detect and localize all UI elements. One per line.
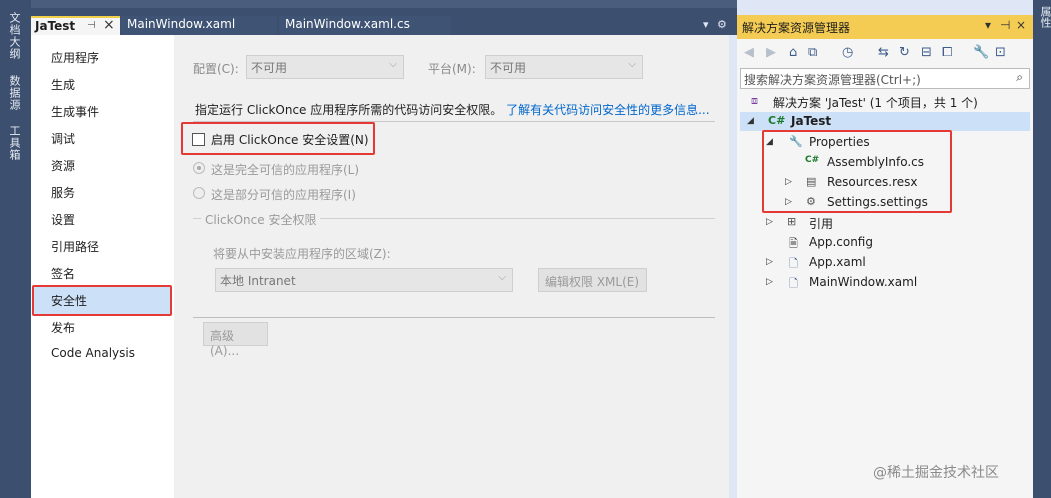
solution-explorer-title-bar: 解决方案资源管理器 ▾ ⊣ × [737, 15, 1033, 39]
nav-item-build-events[interactable]: 生成事件 [51, 103, 99, 120]
back-icon[interactable]: ◀ [744, 45, 754, 60]
tree-project[interactable]: JaTest [791, 114, 831, 128]
side-tab-toolbox[interactable]: 工具箱 [6, 125, 22, 161]
side-tab-outline[interactable]: 文档大纲 [6, 12, 22, 60]
tab-jatest[interactable]: JaTest ⊣ × [31, 16, 120, 35]
nav-item-application[interactable]: 应用程序 [51, 49, 99, 66]
tree-app-xaml[interactable]: App.xaml [809, 255, 866, 269]
platform-value: 不可用 [490, 61, 527, 75]
collapsed-triangle-icon[interactable]: ▷ [766, 257, 773, 267]
zone-value: 本地 Intranet [220, 274, 296, 288]
solution-icon: ⧈ [751, 94, 758, 107]
nav-item-debug[interactable]: 调试 [51, 130, 75, 147]
group-bottom-line [193, 317, 715, 318]
collapsed-triangle-icon[interactable]: ▷ [766, 277, 773, 287]
chevron-down-icon: ⌵ [628, 59, 636, 70]
full-trust-radio[interactable] [193, 162, 205, 174]
home-icon[interactable]: ⌂ [789, 45, 797, 60]
config-dropdown[interactable]: 不可用 ⌵ [246, 55, 404, 79]
preview-icon[interactable]: ⊡ [995, 45, 1006, 60]
sync-icon[interactable]: ⇆ [878, 45, 889, 60]
config-file-icon: 🗎 [789, 237, 798, 250]
tab-mainwindow-xaml[interactable]: MainWindow.xaml [121, 16, 277, 35]
expanded-triangle-icon[interactable]: ◢ [747, 116, 754, 126]
tree-references[interactable]: 引用 [809, 215, 833, 232]
tree-app-config[interactable]: App.config [809, 235, 873, 249]
search-placeholder: 搜索解决方案资源管理器(Ctrl+;) [744, 73, 921, 87]
zone-dropdown[interactable]: 本地 Intranet ⌵ [215, 268, 513, 292]
right-tool-strip [1033, 0, 1051, 498]
solution-search-input[interactable]: 搜索解决方案资源管理器(Ctrl+;) ⌕ [740, 68, 1030, 89]
collapsed-triangle-icon[interactable]: ▷ [766, 217, 773, 227]
search-icon: ⌕ [1016, 70, 1023, 84]
refresh-icon[interactable]: ↻ [899, 45, 910, 60]
chevron-down-icon: ⌵ [498, 272, 506, 283]
tab-jatest-label: JaTest [35, 19, 76, 33]
security-description: 指定运行 ClickOnce 应用程序所需的代码访问安全权限。 了解有关代码访问… [195, 101, 710, 118]
tree-mainwindow-xaml[interactable]: MainWindow.xaml [809, 275, 917, 289]
nav-item-signing[interactable]: 签名 [51, 265, 75, 282]
learn-more-link[interactable]: 了解有关代码访问安全性的更多信息... [506, 103, 709, 117]
edit-permissions-xml-button[interactable]: 编辑权限 XML(E) [538, 268, 647, 292]
watermark: @稀土掘金技术社区 [873, 465, 999, 481]
nav-item-services[interactable]: 服务 [51, 184, 75, 201]
tree-solution[interactable]: 解决方案 'JaTest' (1 个项目，共 1 个) [773, 94, 978, 111]
close-icon[interactable]: × [103, 17, 115, 33]
switch-views-icon[interactable]: ⧉ [808, 45, 817, 60]
forward-icon[interactable]: ▶ [766, 45, 776, 60]
xaml-file-icon: 🗋 [789, 257, 798, 270]
show-all-files-icon[interactable]: ⧠ [942, 45, 952, 60]
config-value: 不可用 [251, 61, 288, 75]
security-highlight-box [32, 285, 172, 316]
csharp-project-icon: C# [768, 114, 786, 127]
platform-label: 平台(M): [428, 62, 476, 76]
description-text: 指定运行 ClickOnce 应用程序所需的代码访问安全权限。 [195, 103, 503, 117]
nav-item-publish[interactable]: 发布 [51, 319, 75, 336]
dropdown-icon[interactable]: ▾ [703, 18, 709, 31]
permissions-group-title: ClickOnce 安全权限 [201, 211, 321, 228]
solution-explorer-title: 解决方案资源管理器 [742, 21, 851, 35]
partial-trust-label: 这是部分可信的应用程序(I) [211, 188, 356, 202]
pending-changes-icon[interactable]: ◷ [842, 45, 853, 60]
advanced-button[interactable]: 高级(A)... [203, 322, 268, 358]
properties-icon[interactable]: 🔧 [973, 45, 989, 60]
collapse-all-icon[interactable]: ⊟ [921, 45, 932, 60]
nav-item-build[interactable]: 生成 [51, 76, 75, 93]
side-tab-datasource[interactable]: 数据源 [6, 75, 22, 111]
tab-mainwindow-xaml-cs[interactable]: MainWindow.xaml.cs [279, 16, 451, 35]
full-trust-label: 这是完全可信的应用程序(L) [211, 163, 360, 177]
xaml-file-icon: 🗋 [789, 277, 798, 290]
nav-item-settings[interactable]: 设置 [51, 211, 75, 228]
checkbox-highlight-box [181, 122, 375, 155]
properties-highlight-box [762, 130, 952, 213]
close-icon[interactable]: × [1016, 18, 1026, 32]
nav-item-resources[interactable]: 资源 [51, 157, 75, 174]
chevron-down-icon: ⌵ [389, 59, 397, 70]
pin-icon[interactable]: ⊣ [1000, 18, 1010, 32]
tab-bar-top-edge [31, 0, 737, 8]
nav-item-code-analysis[interactable]: Code Analysis [51, 346, 135, 360]
nav-item-reference-paths[interactable]: 引用路径 [51, 238, 99, 255]
references-icon: ⊞ [787, 215, 797, 228]
side-tab-properties[interactable]: 属性 [1037, 6, 1051, 28]
config-label: 配置(C): [193, 62, 239, 76]
platform-dropdown[interactable]: 不可用 ⌵ [485, 55, 643, 79]
dropdown-icon[interactable]: ▾ [985, 18, 991, 32]
gear-icon[interactable]: ⚙ [717, 18, 727, 31]
partial-trust-radio[interactable] [193, 187, 205, 199]
pin-icon[interactable]: ⊣ [87, 20, 96, 31]
zone-label: 将要从中安装应用程序的区域(Z): [213, 247, 391, 261]
